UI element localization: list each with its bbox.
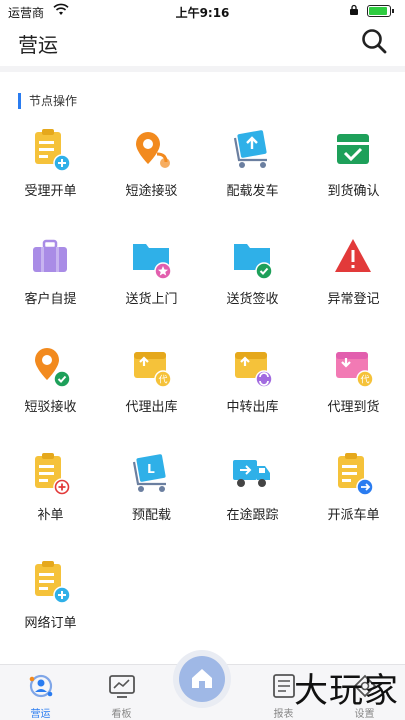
grid-item-label: 代理到货 bbox=[327, 400, 380, 415]
box-transfer-icon bbox=[231, 344, 275, 388]
watermark: 大玩家 bbox=[294, 671, 399, 711]
folder-star-icon bbox=[130, 236, 174, 280]
operations-icon bbox=[29, 674, 53, 698]
battery-icon bbox=[367, 5, 394, 17]
grid-item[interactable]: 网络订单 bbox=[0, 554, 101, 654]
grid-item[interactable]: 代代理出库 bbox=[101, 338, 202, 438]
box-in-agent-icon: 代 bbox=[332, 344, 376, 388]
clipboard-arrow-icon bbox=[332, 452, 376, 496]
location-pin-transfer-icon bbox=[130, 128, 174, 172]
grid-item-label: 中转出库 bbox=[226, 400, 279, 415]
suitcase-icon bbox=[29, 236, 73, 280]
grid-item-label: 短驳接收 bbox=[24, 400, 77, 415]
tab-label: 营运 bbox=[30, 709, 51, 720]
clock: 上午9:16 bbox=[175, 6, 230, 20]
box-out-agent-icon: 代 bbox=[130, 344, 174, 388]
grid-item[interactable]: 补单 bbox=[0, 446, 101, 546]
grid-item[interactable]: 短途接驳 bbox=[101, 122, 202, 222]
grid-item[interactable]: L 预配载 bbox=[101, 446, 202, 546]
grid-item-label: 短途接驳 bbox=[125, 184, 178, 199]
grid-item-label: 网络订单 bbox=[24, 616, 77, 631]
grid-item[interactable]: 中转出库 bbox=[202, 338, 303, 438]
clipboard-check-icon bbox=[332, 128, 376, 172]
search-icon[interactable] bbox=[359, 26, 389, 56]
svg-text:代: 代 bbox=[360, 375, 369, 386]
home-button[interactable] bbox=[173, 650, 231, 708]
grid-item[interactable]: 在途跟踪 bbox=[202, 446, 303, 546]
clipboard-add-icon bbox=[29, 128, 73, 172]
grid-item[interactable]: 代代理到货 bbox=[303, 338, 404, 438]
grid-item[interactable]: 开派车单 bbox=[303, 446, 404, 546]
grid-item[interactable]: 异常登记 bbox=[303, 230, 404, 330]
cart-preload-icon: L bbox=[130, 452, 174, 496]
grid-item-label: 客户自提 bbox=[24, 292, 77, 307]
location-pin-check-icon bbox=[29, 344, 73, 388]
status-bar: 运营商 上午9:16 bbox=[0, 0, 405, 22]
svg-text:代: 代 bbox=[158, 375, 167, 386]
tab-operations[interactable]: 营运 bbox=[0, 665, 81, 720]
grid-item[interactable]: 受理开单 bbox=[0, 122, 101, 222]
home-icon bbox=[192, 669, 212, 688]
grid-item-label: 配载发车 bbox=[226, 184, 279, 199]
grid-item-label: 预配载 bbox=[131, 508, 171, 523]
page-title: 营运 bbox=[18, 33, 58, 57]
grid-item[interactable]: 短驳接收 bbox=[0, 338, 101, 438]
grid-item-label: 开派车单 bbox=[327, 508, 380, 523]
app-header: 营运 bbox=[0, 22, 405, 62]
grid-item[interactable]: 送货上门 bbox=[101, 230, 202, 330]
folder-check-icon bbox=[231, 236, 275, 280]
grid-item-label: 在途跟踪 bbox=[226, 508, 279, 523]
orientation-lock-icon bbox=[350, 4, 358, 15]
truck-icon bbox=[231, 452, 275, 496]
grid-item-label: 到货确认 bbox=[327, 184, 380, 199]
header-divider bbox=[0, 66, 405, 72]
warning-icon bbox=[332, 236, 376, 280]
cart-upload-icon bbox=[231, 128, 275, 172]
clipboard-plus-icon bbox=[29, 452, 73, 496]
grid-item[interactable]: 送货签收 bbox=[202, 230, 303, 330]
grid-item-label: 补单 bbox=[37, 508, 64, 523]
grid-item-label: 送货签收 bbox=[226, 292, 279, 307]
grid-item[interactable]: 客户自提 bbox=[0, 230, 101, 330]
grid-item[interactable]: 到货确认 bbox=[303, 122, 404, 222]
dashboard-icon bbox=[109, 675, 135, 698]
tab-label: 看板 bbox=[111, 709, 132, 720]
grid-item-label: 代理出库 bbox=[125, 400, 178, 415]
grid-item-label: 受理开单 bbox=[24, 184, 77, 199]
grid-item[interactable]: 配载发车 bbox=[202, 122, 303, 222]
tab-dashboard[interactable]: 看板 bbox=[81, 665, 162, 720]
grid-item-label: 送货上门 bbox=[125, 292, 178, 307]
section-title: 节点操作 bbox=[18, 93, 77, 109]
clipboard-network-add-icon bbox=[29, 560, 73, 604]
grid-item-label: 异常登记 bbox=[327, 292, 380, 307]
svg-text:L: L bbox=[147, 462, 155, 476]
